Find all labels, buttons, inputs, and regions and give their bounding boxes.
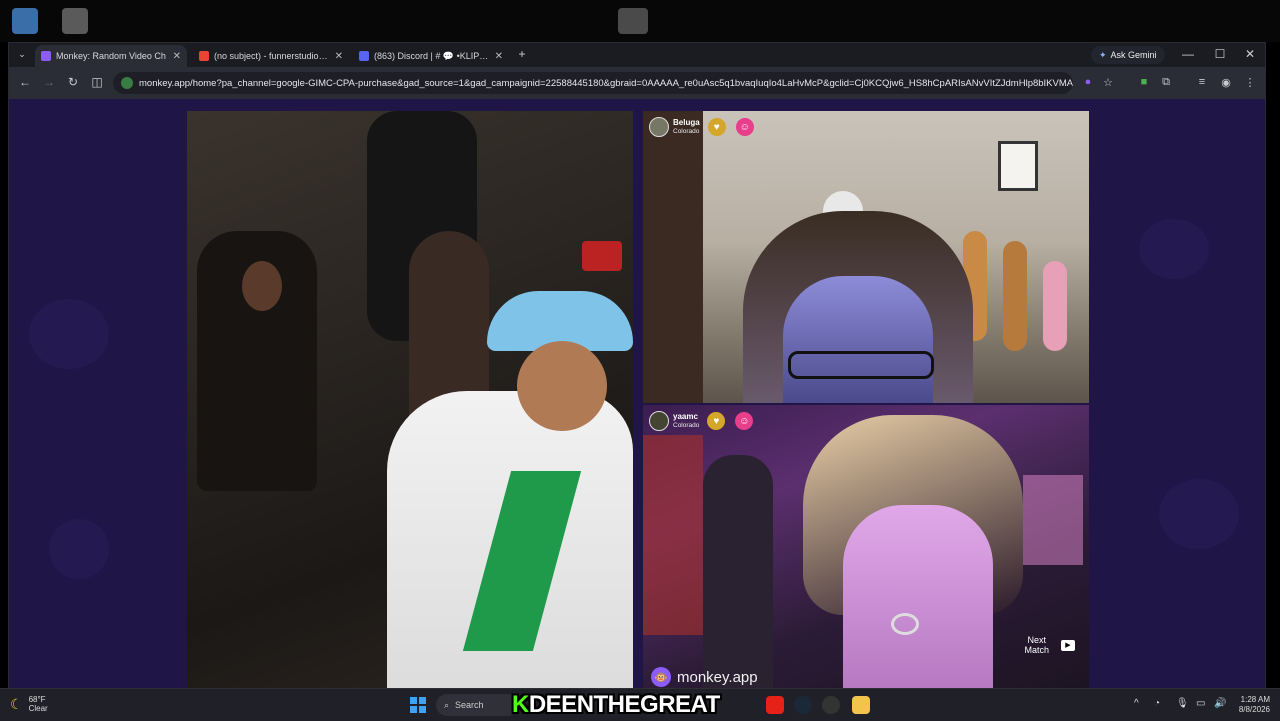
wall-shelf bbox=[643, 111, 703, 403]
desktop-app-icon-2[interactable] bbox=[618, 8, 648, 34]
discord-favicon-icon bbox=[359, 51, 369, 61]
person-silhouette bbox=[703, 455, 773, 689]
minimize-button[interactable]: — bbox=[1179, 47, 1197, 61]
windows-start-icon[interactable] bbox=[410, 697, 426, 713]
background-blob bbox=[29, 299, 109, 369]
user-tag-yaamc[interactable]: yaamc Colorado ♥ ☺ bbox=[649, 411, 754, 431]
bookmark-star-icon[interactable]: ☆ bbox=[1101, 76, 1115, 89]
chrome-icon[interactable] bbox=[822, 696, 840, 714]
reload-icon[interactable]: ↻ bbox=[65, 75, 81, 89]
monkey-logo-icon: 🐵 bbox=[651, 667, 671, 687]
monkey-page: Beluga Colorado ♥ ☺ yaamc Colorado ♥ ☺ N… bbox=[9, 99, 1265, 689]
guitar bbox=[1043, 261, 1067, 351]
avatar bbox=[649, 411, 669, 431]
wall-poster bbox=[643, 435, 703, 635]
ask-gemini-button[interactable]: ✦ Ask Gemini bbox=[1091, 46, 1165, 64]
search-icon: ⌕ bbox=[444, 699, 450, 710]
gemini-sparkle-icon: ✦ bbox=[1099, 49, 1107, 60]
reaction-icon[interactable]: ☺ bbox=[735, 118, 754, 136]
file-explorer-icon[interactable] bbox=[852, 696, 870, 714]
maximize-button[interactable]: ☐ bbox=[1211, 47, 1229, 61]
network-icon[interactable]: ◔ bbox=[1154, 698, 1160, 709]
recycle-bin-icon[interactable] bbox=[12, 8, 38, 34]
background-blob bbox=[1159, 479, 1239, 549]
extensions-puzzle-icon[interactable]: ⧉ bbox=[1159, 76, 1173, 89]
tab-gmail[interactable]: (no subject) - funnerstudios@g ✕ bbox=[193, 45, 349, 67]
extension-2-icon[interactable]: ■ bbox=[1137, 76, 1151, 88]
heart-badge-icon[interactable]: ♥ bbox=[707, 412, 726, 430]
close-window-button[interactable]: ✕ bbox=[1241, 47, 1259, 61]
reaction-icon[interactable]: ☺ bbox=[735, 412, 754, 430]
media-icon[interactable]: ≡ bbox=[1195, 76, 1209, 88]
site-info-icon[interactable] bbox=[121, 77, 133, 89]
forward-arrow-icon[interactable]: → bbox=[41, 75, 57, 89]
match-video-yaamc: yaamc Colorado ♥ ☺ Next Match ▶ 🐵 monkey… bbox=[643, 405, 1089, 689]
youtube-icon[interactable] bbox=[766, 696, 784, 714]
location: Colorado bbox=[673, 128, 700, 135]
username: Beluga bbox=[673, 118, 700, 127]
person-face bbox=[783, 276, 933, 403]
display-icon[interactable]: ▭ bbox=[1196, 698, 1205, 709]
heart-badge-icon[interactable]: ♥ bbox=[707, 118, 726, 136]
system-clock[interactable]: 1:28 AM 8/8/2026 bbox=[1239, 695, 1270, 715]
tab-monkey[interactable]: Monkey: Random Video Ch ✕ bbox=[35, 45, 187, 67]
taskbar-search[interactable]: ⌕ Search bbox=[436, 694, 518, 716]
desktop-strip bbox=[0, 0, 1280, 42]
guitar bbox=[1003, 241, 1027, 351]
match-video-beluga: Beluga Colorado ♥ ☺ bbox=[643, 111, 1089, 403]
wall-poster bbox=[1023, 475, 1083, 565]
monkey-brand: 🐵 monkey.app bbox=[651, 667, 758, 687]
background-blob bbox=[1139, 219, 1209, 279]
menu-icon[interactable]: ⋮ bbox=[1243, 76, 1257, 89]
taskbar: ☾ 68°F Clear ⌕ Search KDEENTHEGREAT ^ ◔ … bbox=[0, 688, 1280, 721]
person-face bbox=[517, 341, 607, 431]
user-tag-beluga[interactable]: Beluga Colorado ♥ ☺ bbox=[649, 117, 754, 137]
weather-widget[interactable]: ☾ 68°F Clear bbox=[10, 695, 48, 713]
steam-icon[interactable] bbox=[794, 696, 812, 714]
close-tab-icon[interactable]: ✕ bbox=[489, 51, 503, 62]
chair-logo bbox=[582, 241, 622, 271]
tab-search-icon[interactable]: ⌄ bbox=[13, 49, 31, 60]
tab-discord[interactable]: (863) Discord | # 💬 •KLIPZ | Xpe ✕ bbox=[353, 45, 509, 67]
url-text[interactable]: monkey.app/home?pa_channel=google-GIMC-C… bbox=[139, 78, 1073, 89]
browser-toolbar: ← → ↻ ◫ monkey.app/home?pa_channel=googl… bbox=[9, 67, 1265, 99]
wall-frame bbox=[998, 141, 1038, 191]
tab-bar: ⌄ Monkey: Random Video Ch ✕ (no subject)… bbox=[9, 43, 1265, 67]
streamer-name-overlay: KDEENTHEGREAT bbox=[512, 691, 720, 718]
new-tab-button[interactable]: + bbox=[513, 47, 531, 61]
glasses bbox=[788, 351, 934, 379]
location: Colorado bbox=[673, 422, 700, 429]
background-blob bbox=[49, 519, 109, 579]
close-tab-icon[interactable]: ✕ bbox=[329, 51, 343, 62]
browser-window: ⌄ Monkey: Random Video Ch ✕ (no subject)… bbox=[8, 42, 1266, 690]
profile-icon[interactable]: ◉ bbox=[1219, 76, 1233, 89]
split-view-icon[interactable]: ◫ bbox=[89, 75, 105, 89]
extension-icon[interactable]: ● bbox=[1081, 76, 1095, 88]
close-tab-icon[interactable]: ✕ bbox=[167, 51, 181, 62]
volume-icon[interactable]: 🔊 bbox=[1214, 698, 1226, 709]
moon-weather-icon: ☾ bbox=[10, 695, 23, 712]
username: yaamc bbox=[673, 412, 698, 421]
nose-ring bbox=[891, 613, 919, 635]
desktop-app-icon[interactable] bbox=[62, 8, 88, 34]
next-play-icon[interactable]: ▶ bbox=[1061, 640, 1075, 651]
address-bar[interactable]: monkey.app/home?pa_channel=google-GIMC-C… bbox=[113, 72, 1073, 94]
brand-text: monkey.app bbox=[677, 668, 758, 686]
monkey-favicon-icon bbox=[41, 51, 51, 61]
back-arrow-icon[interactable]: ← bbox=[17, 75, 33, 89]
person-head bbox=[242, 261, 282, 311]
streamer-video-feed bbox=[187, 111, 633, 689]
gmail-favicon-icon bbox=[199, 51, 209, 61]
person-face bbox=[843, 505, 993, 689]
avatar bbox=[649, 117, 669, 137]
microphone-icon[interactable]: 🎙 bbox=[1176, 698, 1189, 709]
show-hidden-icons-icon[interactable]: ^ bbox=[1134, 698, 1139, 709]
next-match-button[interactable]: Next Match bbox=[1024, 635, 1049, 655]
